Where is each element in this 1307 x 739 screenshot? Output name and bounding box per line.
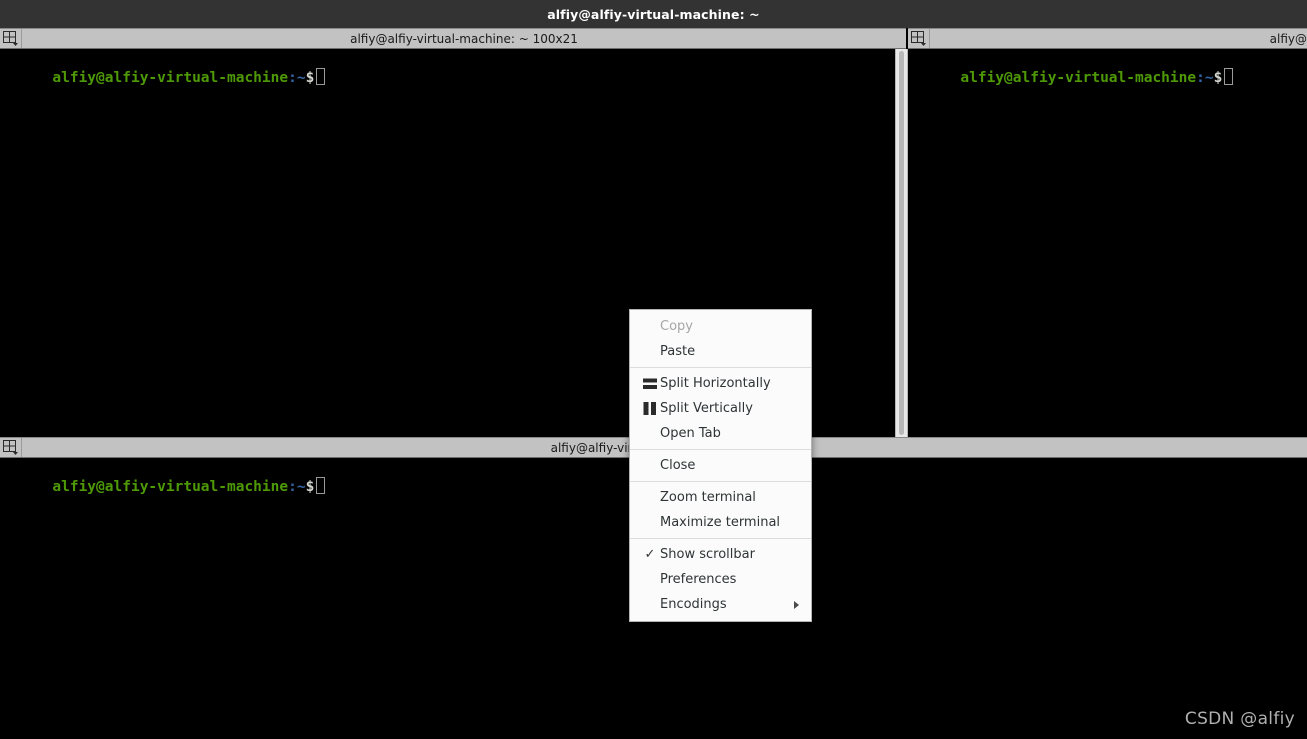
menu-item-encodings[interactable]: Encodings xyxy=(630,592,811,617)
menu-item-split-vertically[interactable]: Split Vertically xyxy=(630,396,811,421)
menu-separator xyxy=(630,481,811,482)
menu-item-label: Open Tab xyxy=(660,426,721,441)
window-titlebar: alfiy@alfiy-virtual-machine: ~ xyxy=(0,0,1307,28)
split-vertical-icon xyxy=(642,401,658,417)
terminal-window: alfiy@alfiy-virtual-machine: ~ alfiy@alf… xyxy=(0,0,1307,739)
terminal-pane-top-right[interactable]: alfiy@alfiy-virtual-machine:~$ xyxy=(908,49,1307,437)
pane-layout-icon-top-right[interactable] xyxy=(908,29,930,48)
prompt-path-top-right: ~ xyxy=(1204,70,1214,86)
menu-separator xyxy=(630,449,811,450)
menu-item-preferences[interactable]: Preferences xyxy=(630,567,811,592)
pane-title-top-left: alfiy@alfiy-virtual-machine: ~ 100x21 xyxy=(350,31,578,46)
prompt-symbol-top-left: $ xyxy=(305,70,315,86)
watermark-label: CSDN @alfiy xyxy=(1184,709,1295,729)
terminal-prompt-line-top-right: alfiy@alfiy-virtual-machine:~$ xyxy=(908,49,1307,107)
pane-title-top-right: alfiy@ xyxy=(1269,31,1307,46)
prompt-path-bottom: ~ xyxy=(296,479,306,495)
menu-item-split-horizontally[interactable]: Split Horizontally xyxy=(630,371,811,396)
menu-item-show-scrollbar[interactable]: ✓ Show scrollbar xyxy=(630,542,811,567)
prompt-symbol-bottom: $ xyxy=(305,479,315,495)
menu-item-label: Encodings xyxy=(660,597,727,612)
menu-item-label: Zoom terminal xyxy=(660,490,756,505)
prompt-user-host-bottom: alfiy@alfiy-virtual-machine xyxy=(52,479,289,495)
pane-layout-icon-top-left[interactable] xyxy=(0,29,22,48)
menu-item-open-tab[interactable]: Open Tab xyxy=(630,421,811,446)
scrollbar-thumb[interactable] xyxy=(899,51,904,435)
pane-header-top-left[interactable]: alfiy@alfiy-virtual-machine: ~ 100x21 xyxy=(0,28,906,49)
menu-item-zoom-terminal[interactable]: Zoom terminal xyxy=(630,485,811,510)
prompt-user-host-top-right: alfiy@alfiy-virtual-machine xyxy=(960,70,1197,86)
prompt-colon-bottom: : xyxy=(288,479,297,495)
menu-item-label: Split Vertically xyxy=(660,401,753,416)
submenu-arrow-icon xyxy=(794,600,799,609)
pane-header-top-right[interactable]: alfiy@ xyxy=(908,28,1307,49)
terminal-context-menu[interactable]: Copy Paste Split Horizontally Split Vertica… xyxy=(629,309,812,622)
terminal-prompt-line-top-left: alfiy@alfiy-virtual-machine:~$ xyxy=(0,49,895,107)
prompt-symbol-top-right: $ xyxy=(1213,70,1223,86)
menu-item-label: Show scrollbar xyxy=(660,547,755,562)
menu-item-label: Paste xyxy=(660,344,696,359)
split-horizontal-icon xyxy=(642,376,658,392)
menu-item-copy: Copy xyxy=(630,314,811,339)
terminal-cursor-top-right xyxy=(1224,68,1234,85)
menu-separator xyxy=(630,367,811,368)
prompt-colon-top-left: : xyxy=(288,70,297,86)
menu-item-paste[interactable]: Paste xyxy=(630,339,811,364)
menu-separator xyxy=(630,538,811,539)
pane-scrollbar-top-left[interactable] xyxy=(895,49,908,437)
pane-layout-icon-bottom[interactable] xyxy=(0,438,22,457)
menu-item-maximize-terminal[interactable]: Maximize terminal xyxy=(630,510,811,535)
check-icon: ✓ xyxy=(644,547,656,562)
menu-item-label: Maximize terminal xyxy=(660,515,781,530)
window-title: alfiy@alfiy-virtual-machine: ~ xyxy=(547,6,760,22)
menu-item-label: Copy xyxy=(660,319,693,334)
prompt-path-top-left: ~ xyxy=(296,70,306,86)
terminal-cursor-bottom xyxy=(316,477,326,494)
menu-item-close[interactable]: Close xyxy=(630,453,811,478)
prompt-colon-top-right: : xyxy=(1196,70,1205,86)
menu-item-label: Split Horizontally xyxy=(660,376,771,391)
menu-item-label: Preferences xyxy=(660,572,737,587)
menu-item-label: Close xyxy=(660,458,696,473)
prompt-user-host-top-left: alfiy@alfiy-virtual-machine xyxy=(52,70,289,86)
terminal-cursor-top-left xyxy=(316,68,326,85)
